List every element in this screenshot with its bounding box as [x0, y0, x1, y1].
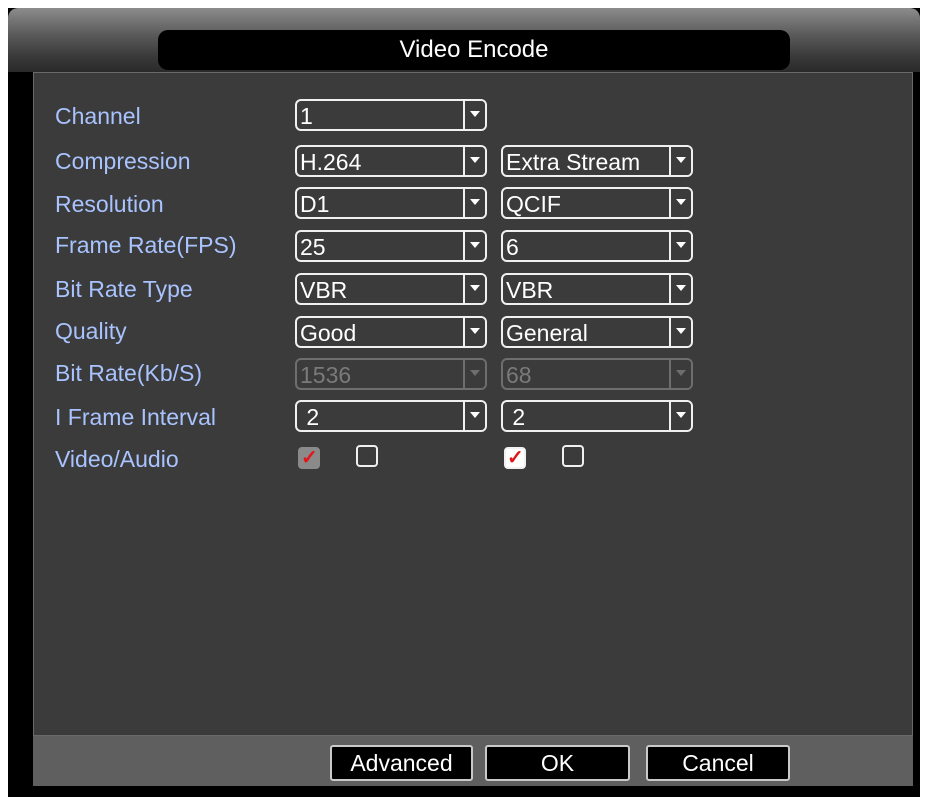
- extra-audio-checkbox[interactable]: [562, 445, 584, 467]
- bit-rate-extra-value: 68: [506, 362, 532, 388]
- cancel-button[interactable]: Cancel: [646, 745, 790, 781]
- chevron-down-icon[interactable]: [669, 189, 691, 217]
- bit-rate-main-value: 1536: [300, 362, 352, 388]
- bit-rate-extra-select: 68: [501, 358, 693, 390]
- chevron-down-icon[interactable]: [463, 189, 485, 217]
- bit-rate-main-select: 1536: [295, 358, 487, 390]
- main-video-checkbox[interactable]: ✓: [298, 447, 320, 469]
- video-encode-window: Video Encode Channel Compression Resolut…: [8, 8, 920, 797]
- ok-button[interactable]: OK: [485, 745, 630, 781]
- quality-extra-value: General: [506, 320, 588, 346]
- bit-rate-type-extra-value: VBR: [506, 277, 554, 303]
- resolution-label: Resolution: [55, 191, 164, 217]
- settings-panel: Channel Compression Resolution Frame Rat…: [33, 72, 913, 736]
- checkmark-icon: ✓: [301, 447, 318, 469]
- channel-value: 1: [300, 103, 313, 129]
- extra-video-checkbox[interactable]: ✓: [504, 447, 526, 469]
- title-bar: Video Encode: [8, 8, 920, 72]
- resolution-extra-value: QCIF: [506, 191, 561, 217]
- chevron-down-icon[interactable]: [463, 318, 485, 346]
- button-bar: Advanced OK Cancel: [33, 736, 913, 786]
- chevron-down-icon[interactable]: [669, 318, 691, 346]
- chevron-down-icon: [669, 360, 691, 388]
- i-frame-interval-main-value: 2: [300, 404, 320, 430]
- stream-type-select[interactable]: Extra Stream: [501, 145, 693, 177]
- chevron-down-icon[interactable]: [669, 402, 691, 430]
- main-audio-checkbox[interactable]: [356, 445, 378, 467]
- window-title: Video Encode: [158, 30, 790, 70]
- compression-main-value: H.264: [300, 149, 362, 175]
- compression-label: Compression: [55, 148, 191, 174]
- chevron-down-icon[interactable]: [463, 101, 485, 129]
- resolution-main-select[interactable]: D1: [295, 187, 487, 219]
- i-frame-interval-label: I Frame Interval: [55, 404, 217, 430]
- chevron-down-icon[interactable]: [463, 232, 485, 260]
- frame-rate-label: Frame Rate(FPS): [55, 232, 237, 258]
- channel-select[interactable]: 1: [295, 99, 487, 131]
- resolution-main-value: D1: [300, 191, 330, 217]
- frame-rate-main-value: 25: [300, 234, 326, 260]
- quality-extra-select[interactable]: General: [501, 316, 693, 348]
- quality-label: Quality: [55, 318, 127, 344]
- bit-rate-type-main-value: VBR: [300, 277, 348, 303]
- chevron-down-icon[interactable]: [463, 402, 485, 430]
- bit-rate-type-main-select[interactable]: VBR: [295, 273, 487, 305]
- bit-rate-type-extra-select[interactable]: VBR: [501, 273, 693, 305]
- i-frame-interval-main-select[interactable]: 2: [295, 400, 487, 432]
- advanced-button[interactable]: Advanced: [330, 745, 473, 781]
- video-audio-label: Video/Audio: [55, 446, 179, 472]
- frame-rate-extra-value: 6: [506, 234, 519, 260]
- chevron-down-icon[interactable]: [463, 275, 485, 303]
- chevron-down-icon: [463, 360, 485, 388]
- compression-main-select[interactable]: H.264: [295, 145, 487, 177]
- chevron-down-icon[interactable]: [463, 147, 485, 175]
- bit-rate-label: Bit Rate(Kb/S): [55, 360, 202, 386]
- i-frame-interval-extra-select[interactable]: 2: [501, 400, 693, 432]
- quality-main-select[interactable]: Good: [295, 316, 487, 348]
- resolution-extra-select[interactable]: QCIF: [501, 187, 693, 219]
- quality-main-value: Good: [300, 320, 357, 346]
- chevron-down-icon[interactable]: [669, 275, 691, 303]
- frame-rate-extra-select[interactable]: 6: [501, 230, 693, 262]
- frame-rate-main-select[interactable]: 25: [295, 230, 487, 262]
- bit-rate-type-label: Bit Rate Type: [55, 276, 193, 302]
- chevron-down-icon[interactable]: [669, 232, 691, 260]
- i-frame-interval-extra-value: 2: [506, 404, 526, 430]
- checkmark-icon: ✓: [507, 447, 524, 469]
- chevron-down-icon[interactable]: [669, 147, 691, 175]
- channel-label: Channel: [55, 103, 141, 129]
- stream-type-value: Extra Stream: [506, 149, 641, 175]
